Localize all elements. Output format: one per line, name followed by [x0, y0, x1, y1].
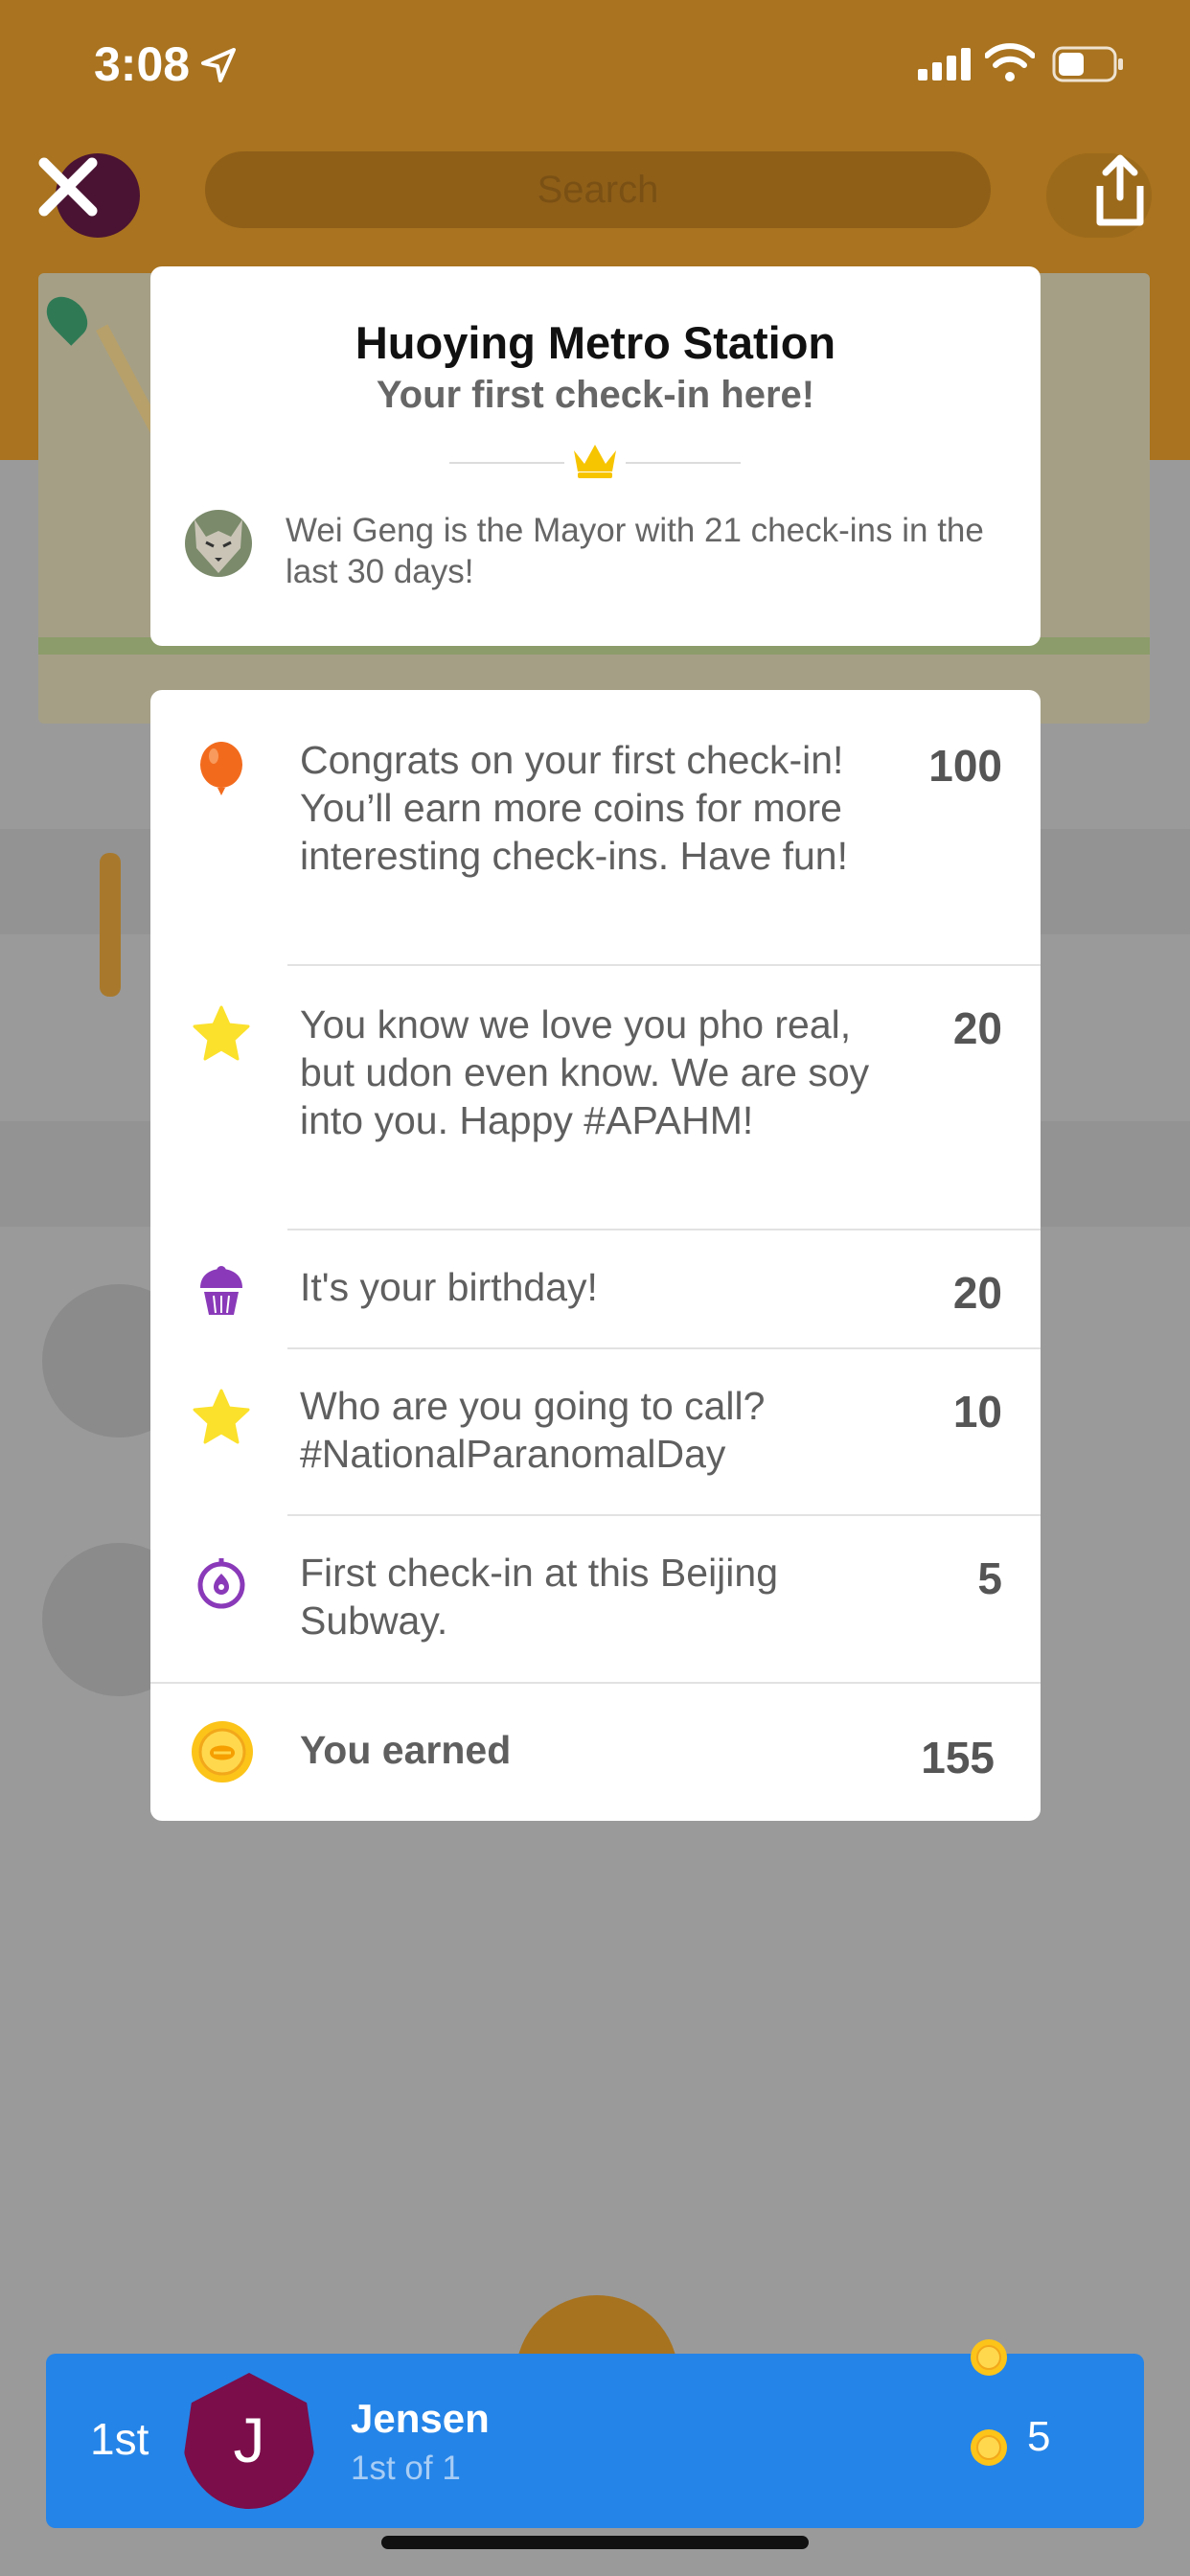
- user-points: 5: [1027, 2413, 1051, 2460]
- user-rank-detail: 1st of 1: [351, 2450, 461, 2487]
- divider: [626, 462, 741, 464]
- earned-label: You earned: [300, 1728, 512, 1772]
- coin-icon: [192, 1721, 253, 1782]
- earned-total: 155: [921, 1733, 995, 1782]
- mayor-avatar[interactable]: [185, 510, 252, 577]
- user-avatar[interactable]: J: [182, 2373, 316, 2509]
- reward-points: 5: [977, 1553, 1002, 1603]
- status-time: 3:08: [94, 37, 191, 91]
- leaderboard-bar[interactable]: 1st J Jensen 1st of 1 5: [46, 2339, 1144, 2528]
- close-button[interactable]: [34, 153, 102, 220]
- location-arrow-icon: [201, 48, 236, 82]
- star-icon: [193, 1005, 250, 1061]
- reward-description: Congrats on your first check-in! You’ll …: [300, 738, 848, 878]
- wifi-icon: [985, 43, 1035, 81]
- reward-points: 20: [952, 1003, 1002, 1053]
- home-indicator[interactable]: [381, 2536, 809, 2549]
- reward-row: First check-in at this Beijing Subway. 5: [150, 1516, 1041, 1683]
- reward-row: You know we love you pho real, but udon …: [150, 966, 1041, 1229]
- divider: [449, 462, 564, 464]
- reward-row: Congrats on your first check-in! You’ll …: [150, 690, 1041, 965]
- checkin-subtitle: Your first check-in here!: [376, 374, 815, 416]
- user-name: Jensen: [351, 2396, 490, 2441]
- background-pin: [100, 853, 121, 997]
- reward-row: Who are you going to call? #NationalPara…: [150, 1349, 1041, 1514]
- reward-points: 100: [928, 741, 1002, 791]
- venue-name: Huoying Metro Station: [355, 317, 836, 368]
- reward-description: You know we love you pho real, but udon …: [300, 1002, 870, 1142]
- reward-description: Who are you going to call? #NationalPara…: [300, 1384, 766, 1476]
- leaderboard-rank: 1st: [90, 2414, 149, 2464]
- compass-icon: [197, 1558, 245, 1609]
- reward-description: It's your birthday!: [300, 1265, 598, 1309]
- crown-icon: [574, 445, 616, 478]
- mayor-info-text: Wei Geng is the Mayor with 21 check-ins …: [286, 512, 984, 590]
- status-bar: 3:08: [0, 0, 1190, 129]
- reward-description: First check-in at this Beijing Subway.: [300, 1551, 779, 1643]
- background-search-bar: Search: [205, 151, 991, 228]
- balloon-icon: [200, 742, 242, 795]
- battery-icon: [1052, 46, 1123, 82]
- avatar-initial: J: [233, 2404, 265, 2475]
- venue-header-card: Huoying Metro Station Your first check-i…: [150, 266, 1041, 646]
- reward-row: It's your birthday! 20: [150, 1230, 1041, 1346]
- earned-total-row: You earned 155: [150, 1684, 1041, 1821]
- star-icon: [193, 1389, 250, 1444]
- coin-icon: [971, 2339, 1007, 2376]
- reward-points: 10: [952, 1387, 1002, 1437]
- background-search-placeholder: Search: [537, 169, 659, 211]
- cellular-signal-icon: [918, 48, 971, 80]
- cupcake-icon: [200, 1266, 242, 1315]
- rewards-card: Congrats on your first check-in! You’ll …: [150, 690, 1041, 1821]
- coin-icon: [971, 2429, 1007, 2466]
- reward-points: 20: [952, 1268, 1002, 1318]
- share-button[interactable]: [1087, 153, 1154, 230]
